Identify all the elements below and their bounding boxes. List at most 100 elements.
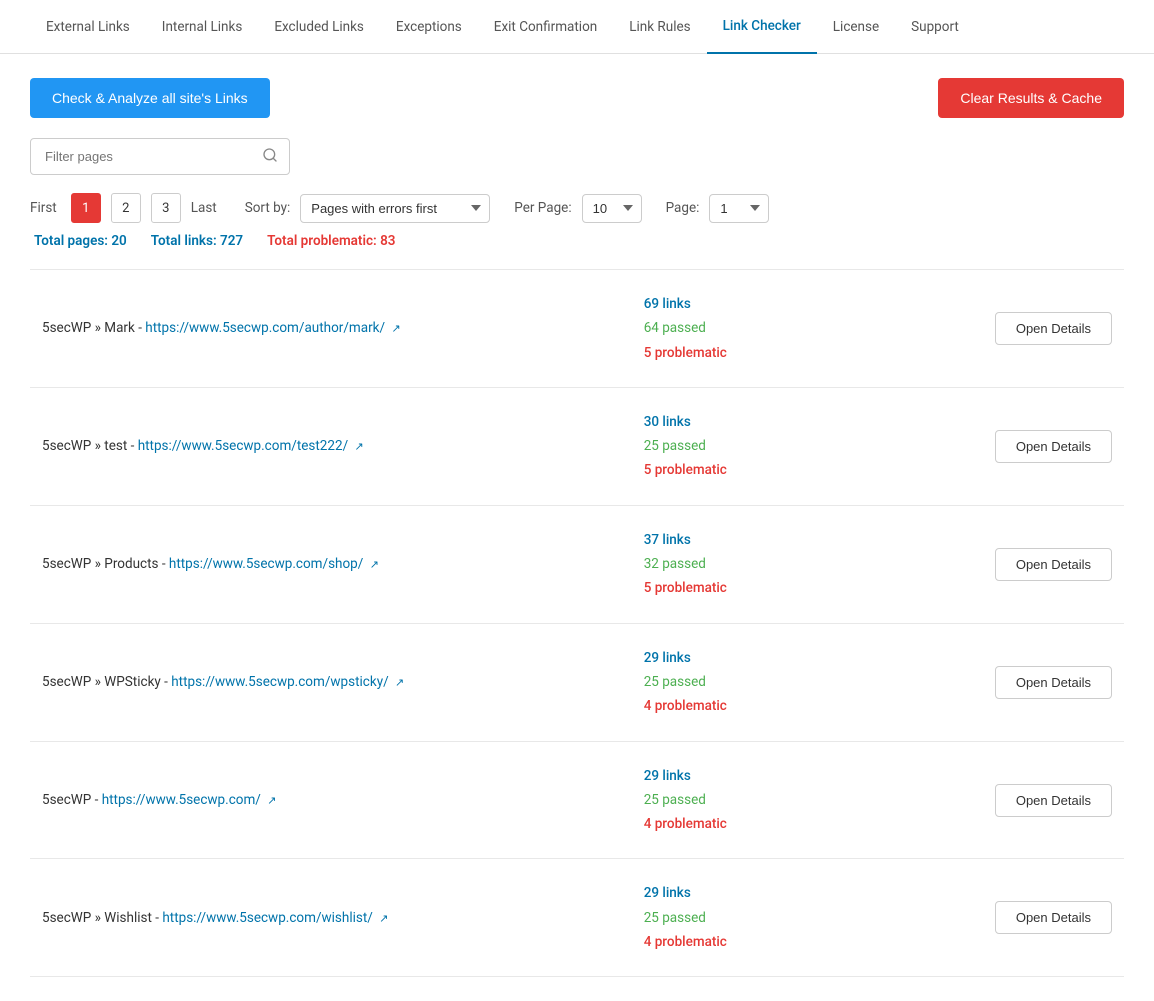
page-text: 5secWP » Wishlist - <box>42 910 162 926</box>
open-details-button[interactable]: Open Details <box>995 548 1112 581</box>
links-count: 29 links <box>644 764 894 788</box>
passed-count: 25 passed <box>644 434 894 458</box>
links-count: 37 links <box>644 528 894 552</box>
stats-cell: 30 links 25 passed 5 problematic <box>632 387 906 505</box>
passed-count: 64 passed <box>644 316 894 340</box>
filter-input-wrap <box>30 138 290 175</box>
stats-cell: 29 links 25 passed 4 problematic <box>632 859 906 977</box>
page-cell: 5secWP - https://www.5secwp.com/ ↗ <box>30 741 632 859</box>
links-count: 29 links <box>644 881 894 905</box>
table-row: 5secWP » Products - https://www.5secwp.c… <box>30 505 1124 623</box>
page-cell: 5secWP » Mark - https://www.5secwp.com/a… <box>30 270 632 388</box>
last-page-label: Last <box>191 200 217 216</box>
total-links-value: 727 <box>220 233 243 249</box>
controls-row: First 1 2 3 Last Sort by: Pages with err… <box>30 193 1124 223</box>
nav-item-license[interactable]: License <box>817 1 895 53</box>
links-count: 30 links <box>644 410 894 434</box>
problematic-count: 4 problematic <box>644 694 894 718</box>
page-text: 5secWP » Products - <box>42 556 169 572</box>
links-count: 29 links <box>644 646 894 670</box>
action-cell: Open Details <box>905 623 1124 741</box>
passed-count: 25 passed <box>644 670 894 694</box>
external-link-icon: ↗ <box>379 912 388 925</box>
nav-bar: External Links Internal Links Excluded L… <box>0 0 1154 54</box>
page-text: 5secWP » Mark - <box>42 320 145 336</box>
page-link[interactable]: https://www.5secwp.com/test222/ <box>138 438 348 454</box>
stats-cell: 37 links 32 passed 5 problematic <box>632 505 906 623</box>
open-details-button[interactable]: Open Details <box>995 430 1112 463</box>
passed-count: 25 passed <box>644 788 894 812</box>
page-btn-2[interactable]: 2 <box>111 193 141 223</box>
table-row: 5secWP » Wishlist - https://www.5secwp.c… <box>30 859 1124 977</box>
page-number-select[interactable]: 1 2 3 <box>709 194 769 223</box>
per-page-select[interactable]: 10 20 50 <box>582 194 642 223</box>
page-cell: 5secWP » WPSticky - https://www.5secwp.c… <box>30 623 632 741</box>
action-cell: Open Details <box>905 270 1124 388</box>
table-row: 5secWP - https://www.5secwp.com/ ↗ 29 li… <box>30 741 1124 859</box>
problematic-count: 5 problematic <box>644 341 894 365</box>
page-link[interactable]: https://www.5secwp.com/shop/ <box>169 556 363 572</box>
passed-count: 25 passed <box>644 906 894 930</box>
page-link[interactable]: https://www.5secwp.com/wishlist/ <box>162 910 373 926</box>
first-page-label: First <box>30 200 57 216</box>
action-cell: Open Details <box>905 505 1124 623</box>
problematic-count: 4 problematic <box>644 812 894 836</box>
external-link-icon: ↗ <box>355 440 364 453</box>
table-row: 5secWP » WPSticky - https://www.5secwp.c… <box>30 623 1124 741</box>
total-pages-stat: Total pages: 20 <box>34 233 127 249</box>
page-label: Page: <box>666 200 700 216</box>
total-links-stat: Total links: 727 <box>151 233 243 249</box>
open-details-button[interactable]: Open Details <box>995 666 1112 699</box>
total-problematic-label: Total problematic: <box>267 233 377 249</box>
table-row: 5secWP » Mark - https://www.5secwp.com/a… <box>30 270 1124 388</box>
stats-cell: 69 links 64 passed 5 problematic <box>632 270 906 388</box>
total-links-label: Total links: <box>151 233 217 249</box>
clear-results-button[interactable]: Clear Results & Cache <box>938 78 1124 118</box>
total-pages-value: 20 <box>111 233 126 249</box>
total-problematic-value: 83 <box>380 233 395 249</box>
table-row: 5secWP » test - https://www.5secwp.com/t… <box>30 387 1124 505</box>
nav-item-link-checker[interactable]: Link Checker <box>707 0 817 54</box>
action-cell: Open Details <box>905 387 1124 505</box>
passed-count: 32 passed <box>644 552 894 576</box>
main-content: Check & Analyze all site's Links Clear R… <box>0 54 1154 1001</box>
page-cell: 5secWP » Wishlist - https://www.5secwp.c… <box>30 859 632 977</box>
stats-cell: 29 links 25 passed 4 problematic <box>632 741 906 859</box>
external-link-icon: ↗ <box>370 558 379 571</box>
nav-item-link-rules[interactable]: Link Rules <box>613 1 706 53</box>
page-btn-1[interactable]: 1 <box>71 193 101 223</box>
page-text: 5secWP » test - <box>42 438 138 454</box>
stats-row: Total pages: 20 Total links: 727 Total p… <box>30 233 1124 249</box>
problematic-count: 5 problematic <box>644 576 894 600</box>
nav-item-external-links[interactable]: External Links <box>30 1 146 53</box>
nav-item-internal-links[interactable]: Internal Links <box>146 1 259 53</box>
per-page-label: Per Page: <box>514 200 571 216</box>
nav-item-exceptions[interactable]: Exceptions <box>380 1 478 53</box>
nav-item-excluded-links[interactable]: Excluded Links <box>258 1 380 53</box>
action-cell: Open Details <box>905 741 1124 859</box>
page-link[interactable]: https://www.5secwp.com/wpsticky/ <box>171 674 388 690</box>
total-problematic-stat: Total problematic: 83 <box>267 233 395 249</box>
open-details-button[interactable]: Open Details <box>995 312 1112 345</box>
open-details-button[interactable]: Open Details <box>995 784 1112 817</box>
external-link-icon: ↗ <box>267 794 276 807</box>
page-btn-3[interactable]: 3 <box>151 193 181 223</box>
filter-row <box>30 138 1124 175</box>
page-link[interactable]: https://www.5secwp.com/ <box>102 792 261 808</box>
action-cell: Open Details <box>905 859 1124 977</box>
page-text: 5secWP - <box>42 792 102 808</box>
external-link-icon: ↗ <box>391 322 400 335</box>
page-link[interactable]: https://www.5secwp.com/author/mark/ <box>145 320 385 336</box>
nav-item-exit-confirmation[interactable]: Exit Confirmation <box>478 1 613 53</box>
sort-select[interactable]: Pages with errors first Pages with most … <box>300 194 490 223</box>
stats-cell: 29 links 25 passed 4 problematic <box>632 623 906 741</box>
sort-by-label: Sort by: <box>245 200 291 216</box>
problematic-count: 4 problematic <box>644 930 894 954</box>
results-table: 5secWP » Mark - https://www.5secwp.com/a… <box>30 269 1124 977</box>
check-analyze-button[interactable]: Check & Analyze all site's Links <box>30 78 270 118</box>
filter-pages-input[interactable] <box>30 138 290 175</box>
page-cell: 5secWP » test - https://www.5secwp.com/t… <box>30 387 632 505</box>
open-details-button[interactable]: Open Details <box>995 901 1112 934</box>
problematic-count: 5 problematic <box>644 458 894 482</box>
nav-item-support[interactable]: Support <box>895 1 975 53</box>
